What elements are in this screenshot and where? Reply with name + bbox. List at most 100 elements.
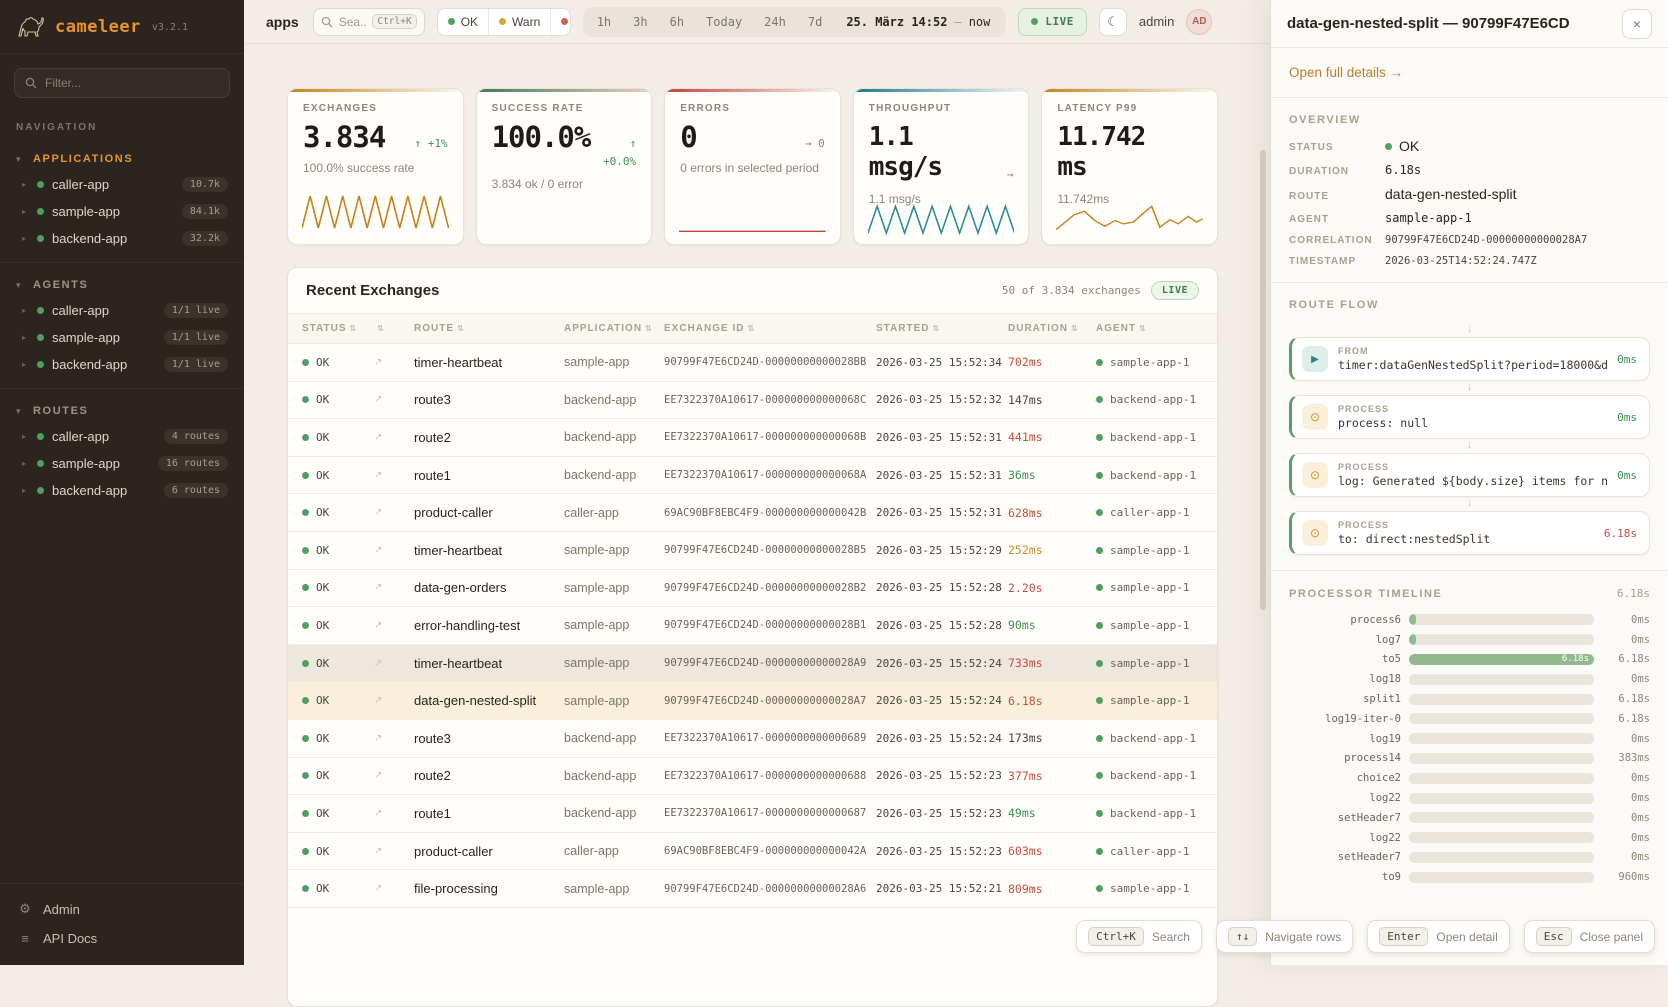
column-header[interactable]: STATUS⇅ xyxy=(302,323,374,334)
column-header[interactable]: DURATION⇅ xyxy=(1008,323,1096,334)
column-header[interactable]: AGENT⇅ xyxy=(1096,323,1217,334)
main-scrollbar[interactable] xyxy=(1260,150,1266,610)
stat-card-throughput[interactable]: THROUGHPUT 1.1msg/s → 1.1 msg/s xyxy=(853,88,1030,245)
sidebar-filter-input[interactable]: Filter... xyxy=(14,68,230,98)
range-button[interactable]: Today xyxy=(696,11,752,33)
sidebar-item[interactable]: ▸ backend-app 6 routes xyxy=(0,477,244,504)
dark-mode-toggle[interactable]: ☾ xyxy=(1099,8,1127,36)
flow-step[interactable]: ⊙ PROCESS log: Generated ${body.size} it… xyxy=(1289,453,1650,497)
external-link-icon[interactable]: ↗ xyxy=(374,846,414,857)
column-header[interactable]: EXCHANGE ID⇅ xyxy=(664,323,876,334)
column-header[interactable]: ⇅ xyxy=(374,323,414,334)
table-row[interactable]: OK ↗ data-gen-nested-split sample-app 90… xyxy=(288,682,1217,720)
timeline-row[interactable]: log18 0ms xyxy=(1289,669,1650,689)
range-button[interactable]: 3h xyxy=(623,11,657,33)
timeline-row[interactable]: process6 0ms xyxy=(1289,610,1650,630)
search-input[interactable]: Sea... Ctrl+K xyxy=(313,8,425,36)
sidebar-item[interactable]: ▸ caller-app 4 routes xyxy=(0,423,244,450)
sidebar-item[interactable]: ▸ sample-app 84.1k xyxy=(0,198,244,225)
external-link-icon[interactable]: ↗ xyxy=(374,470,414,481)
external-link-icon[interactable]: ↗ xyxy=(374,733,414,744)
table-row[interactable]: OK ↗ timer-heartbeat sample-app 90799F47… xyxy=(288,645,1217,683)
table-row[interactable]: OK ↗ route3 backend-app EE7322370A10617-… xyxy=(288,720,1217,758)
flow-step[interactable]: ⊙ PROCESS process: null 0ms xyxy=(1289,395,1650,439)
sidebar-item-api-docs[interactable]: ≡ API Docs xyxy=(0,924,244,953)
sidebar-item[interactable]: ▸ sample-app 16 routes xyxy=(0,450,244,477)
status-filter-chip[interactable]: Warn xyxy=(489,9,551,35)
table-row[interactable]: OK ↗ file-processing sample-app 90799F47… xyxy=(288,870,1217,908)
close-button[interactable]: × xyxy=(1622,9,1652,39)
external-link-icon[interactable]: ↗ xyxy=(374,695,414,706)
group-header-applications[interactable]: ▾ APPLICATIONS xyxy=(0,145,244,171)
date-range[interactable]: 25. März 14:52 — now xyxy=(834,15,1002,29)
column-header[interactable]: ROUTE⇅ xyxy=(414,323,564,334)
sidebar-item-admin[interactable]: ⚙ Admin xyxy=(0,894,244,924)
external-link-icon[interactable]: ↗ xyxy=(374,770,414,781)
table-row[interactable]: OK ↗ route1 backend-app EE7322370A10617-… xyxy=(288,795,1217,833)
range-button[interactable]: 6h xyxy=(660,11,694,33)
group-header-routes[interactable]: ▾ ROUTES xyxy=(0,397,244,423)
sidebar-item[interactable]: ▸ caller-app 10.7k xyxy=(0,171,244,198)
external-link-icon[interactable]: ↗ xyxy=(374,582,414,593)
stat-card-success-rate[interactable]: SUCCESS RATE 100.0% ↑ +0.0% 3.834 ok / 0… xyxy=(476,88,653,245)
timeline-row[interactable]: setHeader7 0ms xyxy=(1289,808,1650,828)
flow-step[interactable]: ⊙ PROCESS to: direct:nestedSplit 6.18s xyxy=(1289,511,1650,555)
flow-step[interactable]: ▶ FROM timer:dataGenNestedSplit?period=1… xyxy=(1289,337,1650,381)
timeline-row[interactable]: log19-iter-0 6.18s xyxy=(1289,709,1650,729)
external-link-icon[interactable]: ↗ xyxy=(374,432,414,443)
timeline-row[interactable]: log22 0ms xyxy=(1289,788,1650,808)
sidebar-item[interactable]: ▸ caller-app 1/1 live xyxy=(0,297,244,324)
external-link-icon[interactable]: ↗ xyxy=(374,545,414,556)
table-row[interactable]: OK ↗ route2 backend-app EE7322370A10617-… xyxy=(288,419,1217,457)
stat-card-latency[interactable]: LATENCY P99 11.742ms 11.742ms xyxy=(1041,88,1218,245)
table-row[interactable]: OK ↗ data-gen-orders sample-app 90799F47… xyxy=(288,570,1217,608)
open-full-details-link[interactable]: Open full details → xyxy=(1289,65,1403,80)
group-title: APPLICATIONS xyxy=(33,153,133,165)
external-link-icon[interactable]: ↗ xyxy=(374,357,414,368)
timeline-row[interactable]: split1 6.18s xyxy=(1289,689,1650,709)
table-row[interactable]: OK ↗ timer-heartbeat sample-app 90799F47… xyxy=(288,532,1217,570)
external-link-icon[interactable]: ↗ xyxy=(374,620,414,631)
sidebar-item[interactable]: ▸ sample-app 1/1 live xyxy=(0,324,244,351)
external-link-icon[interactable]: ↗ xyxy=(374,658,414,669)
column-header[interactable]: STARTED⇅ xyxy=(876,323,1008,334)
stat-card-errors[interactable]: ERRORS 0 → 0 0 errors in selected period xyxy=(664,88,841,245)
external-link-icon[interactable]: ↗ xyxy=(374,507,414,518)
processor-name: log19 xyxy=(1289,733,1401,745)
external-link-icon[interactable]: ↗ xyxy=(374,883,414,894)
live-label: LIVE xyxy=(1045,15,1074,28)
external-link-icon[interactable]: ↗ xyxy=(374,394,414,405)
table-row[interactable]: OK ↗ product-caller caller-app 69AC90BF8… xyxy=(288,494,1217,532)
avatar[interactable]: AD xyxy=(1186,9,1212,35)
range-button[interactable]: 7d xyxy=(798,11,832,33)
sidebar-item[interactable]: ▸ backend-app 32.2k xyxy=(0,225,244,252)
table-row[interactable]: OK ↗ product-caller caller-app 69AC90BF8… xyxy=(288,833,1217,871)
timeline-row[interactable]: to5 6.18s 6.18s xyxy=(1289,650,1650,670)
column-header[interactable]: APPLICATION⇅ xyxy=(564,323,664,334)
agent-dot xyxy=(1096,584,1103,591)
range-button[interactable]: 1h xyxy=(587,11,621,33)
status-filter-chip[interactable]: E xyxy=(551,9,570,35)
duration-cell: 2.20s xyxy=(1008,581,1096,595)
sidebar-item[interactable]: ▸ backend-app 1/1 live xyxy=(0,351,244,378)
table-row[interactable]: OK ↗ timer-heartbeat sample-app 90799F47… xyxy=(288,344,1217,382)
table-row[interactable]: OK ↗ error-handling-test sample-app 9079… xyxy=(288,607,1217,645)
status-filter-chip[interactable]: OK xyxy=(438,9,489,35)
timeline-row[interactable]: process14 383ms xyxy=(1289,749,1650,769)
table-row[interactable]: OK ↗ route1 backend-app EE7322370A10617-… xyxy=(288,457,1217,495)
timeline-row[interactable]: log19 0ms xyxy=(1289,729,1650,749)
timeline-row[interactable]: log22 0ms xyxy=(1289,828,1650,848)
timeline-row[interactable]: choice2 0ms xyxy=(1289,768,1650,788)
external-link-icon[interactable]: ↗ xyxy=(374,808,414,819)
keyboard-hints: Ctrl+K Search ↑↓ Navigate rows Enter Ope… xyxy=(1076,920,1655,953)
timeline-row[interactable]: to9 960ms xyxy=(1289,867,1650,887)
table-row[interactable]: OK ↗ route3 backend-app EE7322370A10617-… xyxy=(288,382,1217,420)
ok-dot xyxy=(302,472,309,479)
timeline-row[interactable]: setHeader7 0ms xyxy=(1289,848,1650,868)
table-row[interactable]: OK ↗ route2 backend-app EE7322370A10617-… xyxy=(288,758,1217,796)
group-header-agents[interactable]: ▾ AGENTS xyxy=(0,271,244,297)
stat-card-exchanges[interactable]: EXCHANGES 3.834 ↑ +1% 100.0% success rat… xyxy=(287,88,464,245)
range-button[interactable]: 24h xyxy=(754,11,796,33)
timeline-row[interactable]: log7 0ms xyxy=(1289,630,1650,650)
live-toggle-button[interactable]: LIVE xyxy=(1018,8,1087,36)
